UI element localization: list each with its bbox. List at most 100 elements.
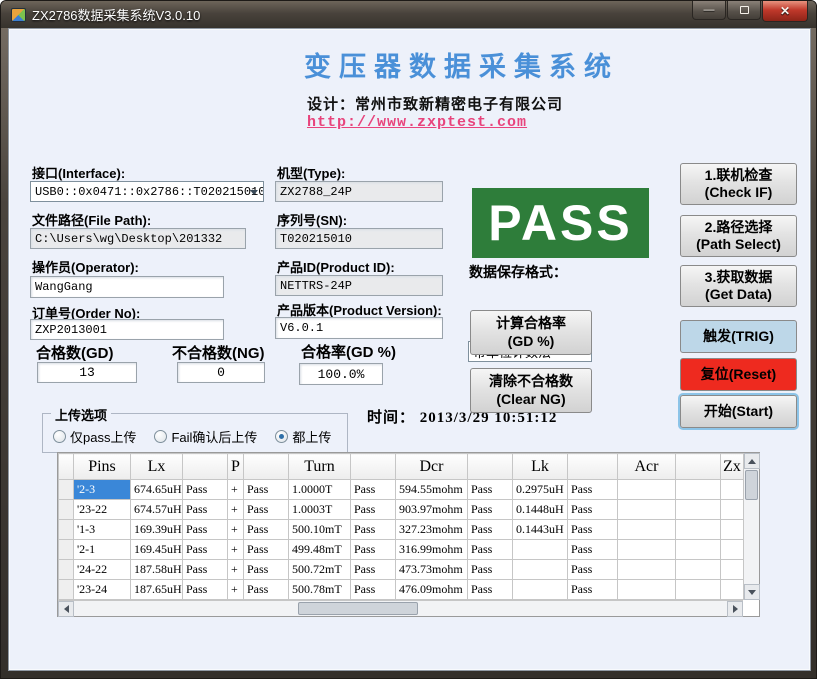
table-cell[interactable]: Pass bbox=[468, 560, 513, 580]
scroll-up-button[interactable] bbox=[744, 453, 760, 469]
table-cell[interactable] bbox=[721, 480, 744, 500]
radio-option-upload-all[interactable]: 都上传 bbox=[275, 427, 331, 446]
column-header[interactable] bbox=[244, 454, 289, 480]
table-cell[interactable]: Pass bbox=[244, 480, 289, 500]
table-cell[interactable]: + bbox=[228, 520, 244, 540]
table-cell[interactable]: 316.99mohm bbox=[396, 540, 468, 560]
table-cell[interactable]: Pass bbox=[468, 580, 513, 600]
table-cell[interactable]: Pass bbox=[244, 500, 289, 520]
table-cell[interactable]: Pass bbox=[351, 580, 396, 600]
table-cell[interactable]: Pass bbox=[568, 560, 618, 580]
column-header[interactable] bbox=[676, 454, 721, 480]
table-cell[interactable]: 500.72mT bbox=[289, 560, 351, 580]
row-header[interactable] bbox=[59, 560, 74, 580]
operator-field[interactable] bbox=[30, 276, 224, 298]
gd-count-field[interactable] bbox=[37, 362, 137, 383]
row-header[interactable] bbox=[59, 580, 74, 600]
table-cell[interactable]: + bbox=[228, 560, 244, 580]
scroll-right-button[interactable] bbox=[727, 601, 743, 617]
calc-gd-rate-button[interactable]: 计算合格率 (GD %) bbox=[470, 310, 592, 355]
table-cell[interactable]: Pass bbox=[568, 540, 618, 560]
maximize-button[interactable] bbox=[727, 1, 761, 20]
table-cell[interactable] bbox=[676, 540, 721, 560]
gd-rate-field[interactable] bbox=[299, 363, 383, 385]
table-cell[interactable] bbox=[618, 580, 676, 600]
close-button[interactable]: ✕ bbox=[762, 1, 808, 22]
column-header[interactable]: Zx bbox=[721, 454, 744, 480]
table-cell[interactable]: + bbox=[228, 540, 244, 560]
column-header[interactable]: Lk bbox=[513, 454, 568, 480]
table-cell[interactable]: 500.78mT bbox=[289, 580, 351, 600]
table-cell[interactable]: 594.55mohm bbox=[396, 480, 468, 500]
clear-ng-button[interactable]: 清除不合格数 (Clear NG) bbox=[470, 368, 592, 413]
table-cell[interactable]: '1-3 bbox=[74, 520, 131, 540]
table-cell[interactable] bbox=[721, 500, 744, 520]
column-header[interactable] bbox=[59, 454, 74, 480]
row-header[interactable] bbox=[59, 480, 74, 500]
column-header[interactable] bbox=[351, 454, 396, 480]
ng-count-field[interactable] bbox=[177, 362, 265, 383]
column-header[interactable] bbox=[568, 454, 618, 480]
row-header[interactable] bbox=[59, 520, 74, 540]
table-cell[interactable]: Pass bbox=[183, 480, 228, 500]
table-cell[interactable]: 0.2975uH bbox=[513, 480, 568, 500]
table-cell[interactable]: Pass bbox=[244, 560, 289, 580]
column-header[interactable]: Lx bbox=[131, 454, 183, 480]
product-version-field[interactable] bbox=[275, 317, 443, 339]
table-cell[interactable]: '23-24 bbox=[74, 580, 131, 600]
table-cell[interactable] bbox=[676, 560, 721, 580]
column-header[interactable]: P bbox=[228, 454, 244, 480]
table-cell[interactable] bbox=[676, 480, 721, 500]
table-cell[interactable] bbox=[513, 560, 568, 580]
row-header[interactable] bbox=[59, 540, 74, 560]
row-header[interactable] bbox=[59, 500, 74, 520]
table-cell[interactable]: + bbox=[228, 500, 244, 520]
table-cell[interactable] bbox=[618, 560, 676, 580]
table-cell[interactable]: Pass bbox=[468, 520, 513, 540]
table-cell[interactable]: Pass bbox=[183, 580, 228, 600]
table-cell[interactable]: Pass bbox=[568, 480, 618, 500]
table-cell[interactable]: Pass bbox=[351, 540, 396, 560]
table-cell[interactable]: Pass bbox=[244, 540, 289, 560]
get-data-button[interactable]: 3.获取数据 (Get Data) bbox=[680, 265, 797, 307]
table-cell[interactable] bbox=[721, 580, 744, 600]
table-cell[interactable]: '2-1 bbox=[74, 540, 131, 560]
table-cell[interactable]: Pass bbox=[183, 520, 228, 540]
column-header[interactable] bbox=[468, 454, 513, 480]
table-cell[interactable]: 476.09mohm bbox=[396, 580, 468, 600]
table-cell[interactable]: 1.0003T bbox=[289, 500, 351, 520]
table-cell[interactable]: 187.58uH bbox=[131, 560, 183, 580]
table-cell[interactable]: Pass bbox=[351, 560, 396, 580]
table-cell[interactable]: Pass bbox=[183, 540, 228, 560]
column-header[interactable]: Dcr bbox=[396, 454, 468, 480]
table-cell[interactable]: 0.1448uH bbox=[513, 500, 568, 520]
table-cell[interactable]: Pass bbox=[244, 520, 289, 540]
type-field[interactable] bbox=[275, 181, 443, 202]
scroll-left-button[interactable] bbox=[58, 601, 74, 617]
trig-button[interactable]: 触发(TRIG) bbox=[680, 320, 797, 353]
column-header[interactable] bbox=[183, 454, 228, 480]
table-cell[interactable]: Pass bbox=[568, 500, 618, 520]
table-cell[interactable]: Pass bbox=[183, 500, 228, 520]
table-cell[interactable]: Pass bbox=[351, 500, 396, 520]
table-cell[interactable]: Pass bbox=[568, 520, 618, 540]
table-cell[interactable]: 674.65uH bbox=[131, 480, 183, 500]
column-header[interactable]: Turn bbox=[289, 454, 351, 480]
table-cell[interactable]: Pass bbox=[244, 580, 289, 600]
table-cell[interactable] bbox=[676, 500, 721, 520]
table-cell[interactable]: 674.57uH bbox=[131, 500, 183, 520]
scroll-down-button[interactable] bbox=[744, 584, 760, 600]
table-cell[interactable]: Pass bbox=[468, 480, 513, 500]
table-cell[interactable]: + bbox=[228, 580, 244, 600]
check-if-button[interactable]: 1.联机检查 (Check IF) bbox=[680, 163, 797, 205]
table-cell[interactable] bbox=[721, 540, 744, 560]
table-cell[interactable] bbox=[513, 580, 568, 600]
path-select-button[interactable]: 2.路径选择 (Path Select) bbox=[680, 215, 797, 257]
table-cell[interactable]: 327.23mohm bbox=[396, 520, 468, 540]
website-link[interactable]: http://www.zxptest.com bbox=[307, 114, 527, 131]
table-cell[interactable]: Pass bbox=[468, 500, 513, 520]
table-cell[interactable] bbox=[721, 520, 744, 540]
radio-option-fail-confirm[interactable]: Fail确认后上传 bbox=[154, 427, 257, 446]
table-cell[interactable]: Pass bbox=[568, 580, 618, 600]
table-cell[interactable]: '24-22 bbox=[74, 560, 131, 580]
